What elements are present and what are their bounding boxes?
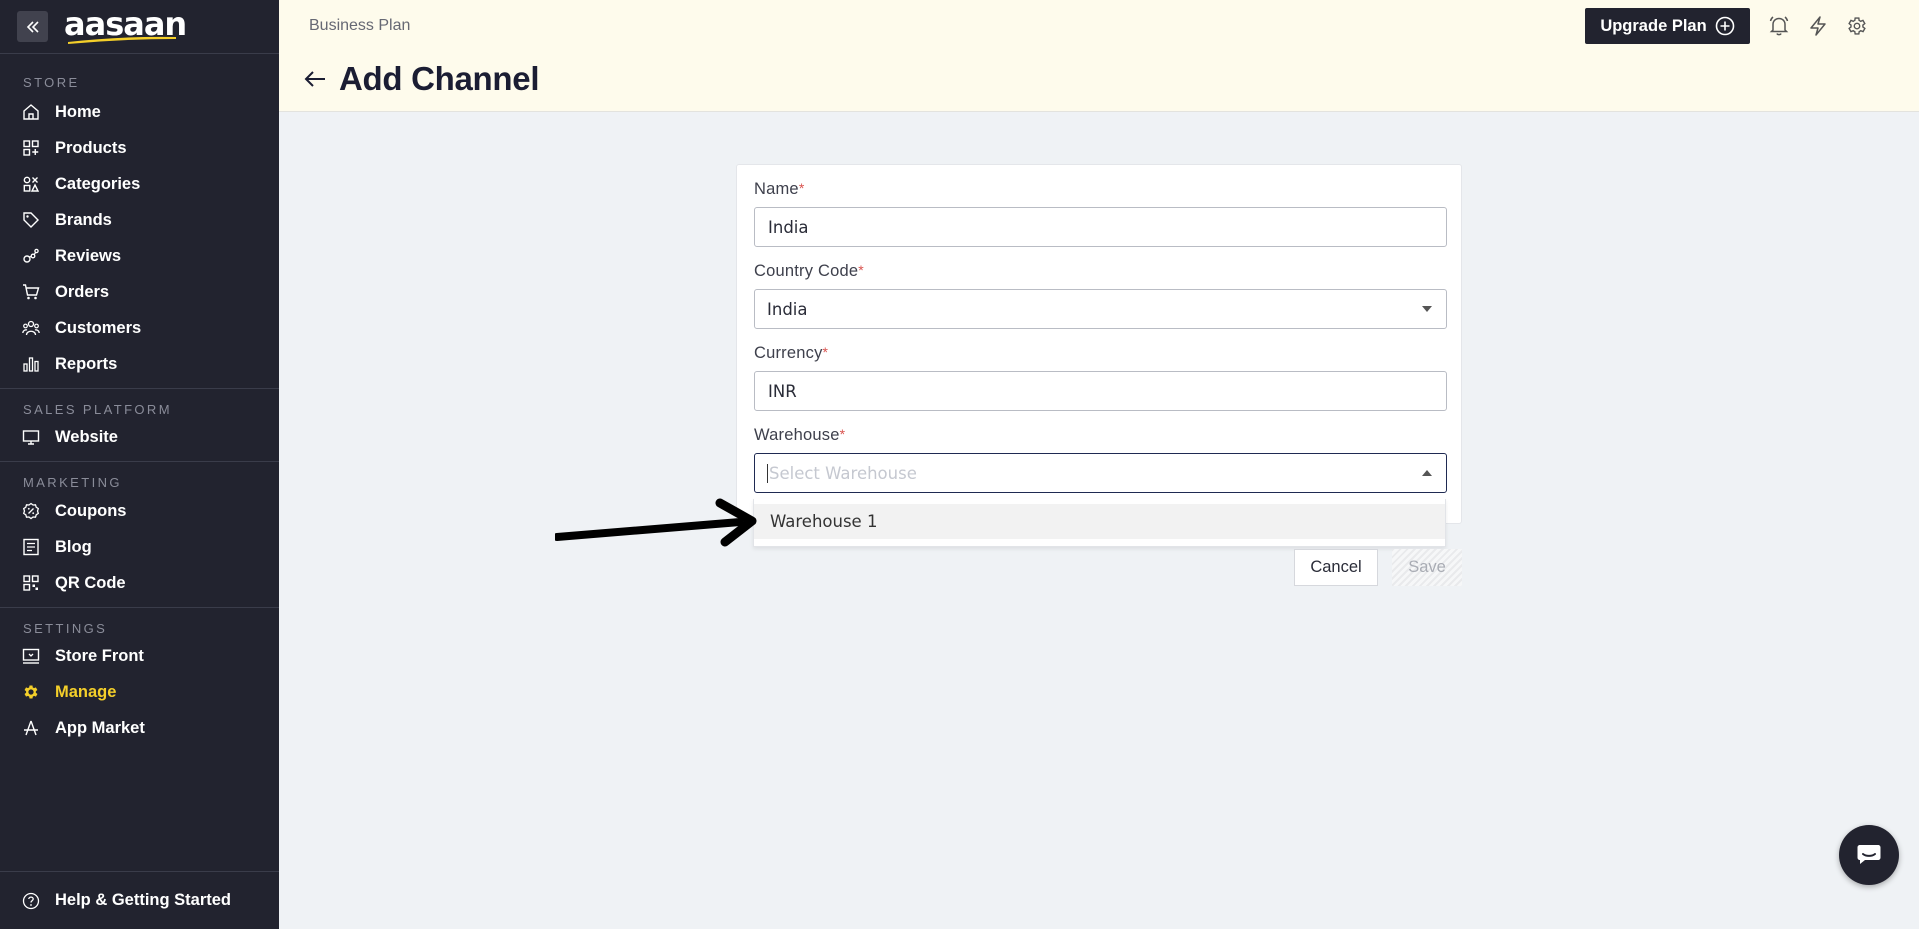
gear-icon xyxy=(22,683,40,701)
sidebar-item-coupons[interactable]: Coupons xyxy=(0,493,279,529)
warehouse-dropdown: Warehouse 1 xyxy=(753,499,1446,547)
page-header: Business Plan Add Channel Upgrade Plan xyxy=(279,0,1919,112)
sidebar-item-reviews[interactable]: Reviews xyxy=(0,238,279,274)
sidebar-item-manage[interactable]: Manage xyxy=(0,674,279,710)
back-arrow-icon[interactable] xyxy=(303,67,329,91)
sidebar-top: aasaan xyxy=(0,0,279,54)
app-market-icon xyxy=(22,719,40,737)
tag-icon xyxy=(22,211,40,229)
logo-swoosh-icon xyxy=(68,36,176,44)
caret-down-icon xyxy=(1422,306,1432,312)
currency-label: Currency* xyxy=(754,344,829,362)
sidebar-item-label: Categories xyxy=(55,174,141,193)
sidebar-item-label: Manage xyxy=(55,682,117,701)
chat-bubble-icon xyxy=(1857,845,1881,864)
settings-gear-icon[interactable] xyxy=(1845,14,1869,38)
help-getting-started[interactable]: Help & Getting Started xyxy=(0,871,279,929)
section-title-marketing: MARKETING xyxy=(23,475,122,490)
sidebar-item-label: Store Front xyxy=(55,646,144,665)
sidebar-item-products[interactable]: Products xyxy=(0,130,279,166)
plan-label: Business Plan xyxy=(309,17,411,34)
section-title-sales-platform: SALES PLATFORM xyxy=(23,402,172,417)
categories-icon xyxy=(22,175,40,193)
sidebar-item-label: QR Code xyxy=(55,573,126,592)
home-icon xyxy=(22,103,40,121)
name-label: Name* xyxy=(754,180,805,198)
sidebar: aasaan STORE Home Products Categories Br… xyxy=(0,0,279,929)
text-cursor xyxy=(767,463,768,483)
page-title-row: Add Channel xyxy=(303,60,540,98)
store-front-icon xyxy=(22,647,40,665)
plus-circle-icon xyxy=(1715,16,1734,36)
products-icon xyxy=(22,139,40,157)
sidebar-item-qr-code[interactable]: QR Code xyxy=(0,565,279,601)
sidebar-item-app-market[interactable]: App Market xyxy=(0,710,279,746)
name-input[interactable]: India xyxy=(754,207,1447,247)
chat-widget-button[interactable] xyxy=(1839,825,1899,885)
save-button[interactable]: Save xyxy=(1392,549,1462,586)
lightning-icon[interactable] xyxy=(1806,14,1830,38)
sidebar-item-label: Reports xyxy=(55,354,118,373)
add-channel-form: Name* India Country Code* India Currency… xyxy=(736,164,1462,524)
cart-icon xyxy=(22,283,40,301)
warehouse-select[interactable]: Select Warehouse xyxy=(754,453,1447,493)
country-code-label: Country Code* xyxy=(754,262,864,280)
pointer-arrow-icon xyxy=(555,498,757,547)
sidebar-item-website[interactable]: Website xyxy=(0,419,279,455)
sidebar-item-orders[interactable]: Orders xyxy=(0,274,279,310)
double-chevron-left-icon xyxy=(26,20,39,33)
qr-code-icon xyxy=(22,574,40,592)
sidebar-item-brands[interactable]: Brands xyxy=(0,202,279,238)
sidebar-item-label: Home xyxy=(55,102,101,121)
reviews-icon xyxy=(22,247,40,265)
sidebar-item-label: Orders xyxy=(55,282,110,301)
upgrade-plan-label: Upgrade Plan xyxy=(1600,16,1707,35)
sidebar-item-home[interactable]: Home xyxy=(0,94,279,130)
sidebar-item-label: Products xyxy=(55,138,127,157)
sidebar-item-blog[interactable]: Blog xyxy=(0,529,279,565)
section-title-settings: SETTINGS xyxy=(23,621,108,636)
sidebar-item-label: App Market xyxy=(55,718,145,737)
customers-icon xyxy=(22,319,40,337)
section-title-store: STORE xyxy=(23,75,80,90)
help-icon xyxy=(22,892,40,910)
collapse-sidebar-button[interactable] xyxy=(17,11,48,42)
country-code-select[interactable]: India xyxy=(754,289,1447,329)
warehouse-option[interactable]: Warehouse 1 xyxy=(754,504,1445,539)
monitor-icon xyxy=(22,428,40,446)
sidebar-item-label: Website xyxy=(55,427,118,446)
notification-bell-icon[interactable] xyxy=(1767,14,1791,38)
cancel-button[interactable]: Cancel xyxy=(1294,549,1378,586)
warehouse-label: Warehouse* xyxy=(754,426,846,444)
help-label: Help & Getting Started xyxy=(55,891,232,909)
sidebar-item-label: Brands xyxy=(55,210,112,229)
sidebar-item-categories[interactable]: Categories xyxy=(0,166,279,202)
bar-chart-icon xyxy=(22,355,40,373)
caret-up-icon xyxy=(1422,470,1432,476)
page-title: Add Channel xyxy=(339,60,540,97)
sidebar-item-label: Coupons xyxy=(55,501,127,520)
upgrade-plan-button[interactable]: Upgrade Plan xyxy=(1585,8,1750,44)
coupon-icon xyxy=(22,502,40,520)
sidebar-item-label: Blog xyxy=(55,537,92,556)
currency-input[interactable]: INR xyxy=(754,371,1447,411)
sidebar-item-store-front[interactable]: Store Front xyxy=(0,638,279,674)
logo[interactable]: aasaan xyxy=(64,7,187,47)
sidebar-item-label: Customers xyxy=(55,318,142,337)
sidebar-item-customers[interactable]: Customers xyxy=(0,310,279,346)
blog-icon xyxy=(22,538,40,556)
sidebar-item-label: Reviews xyxy=(55,246,122,265)
sidebar-item-reports[interactable]: Reports xyxy=(0,346,279,382)
